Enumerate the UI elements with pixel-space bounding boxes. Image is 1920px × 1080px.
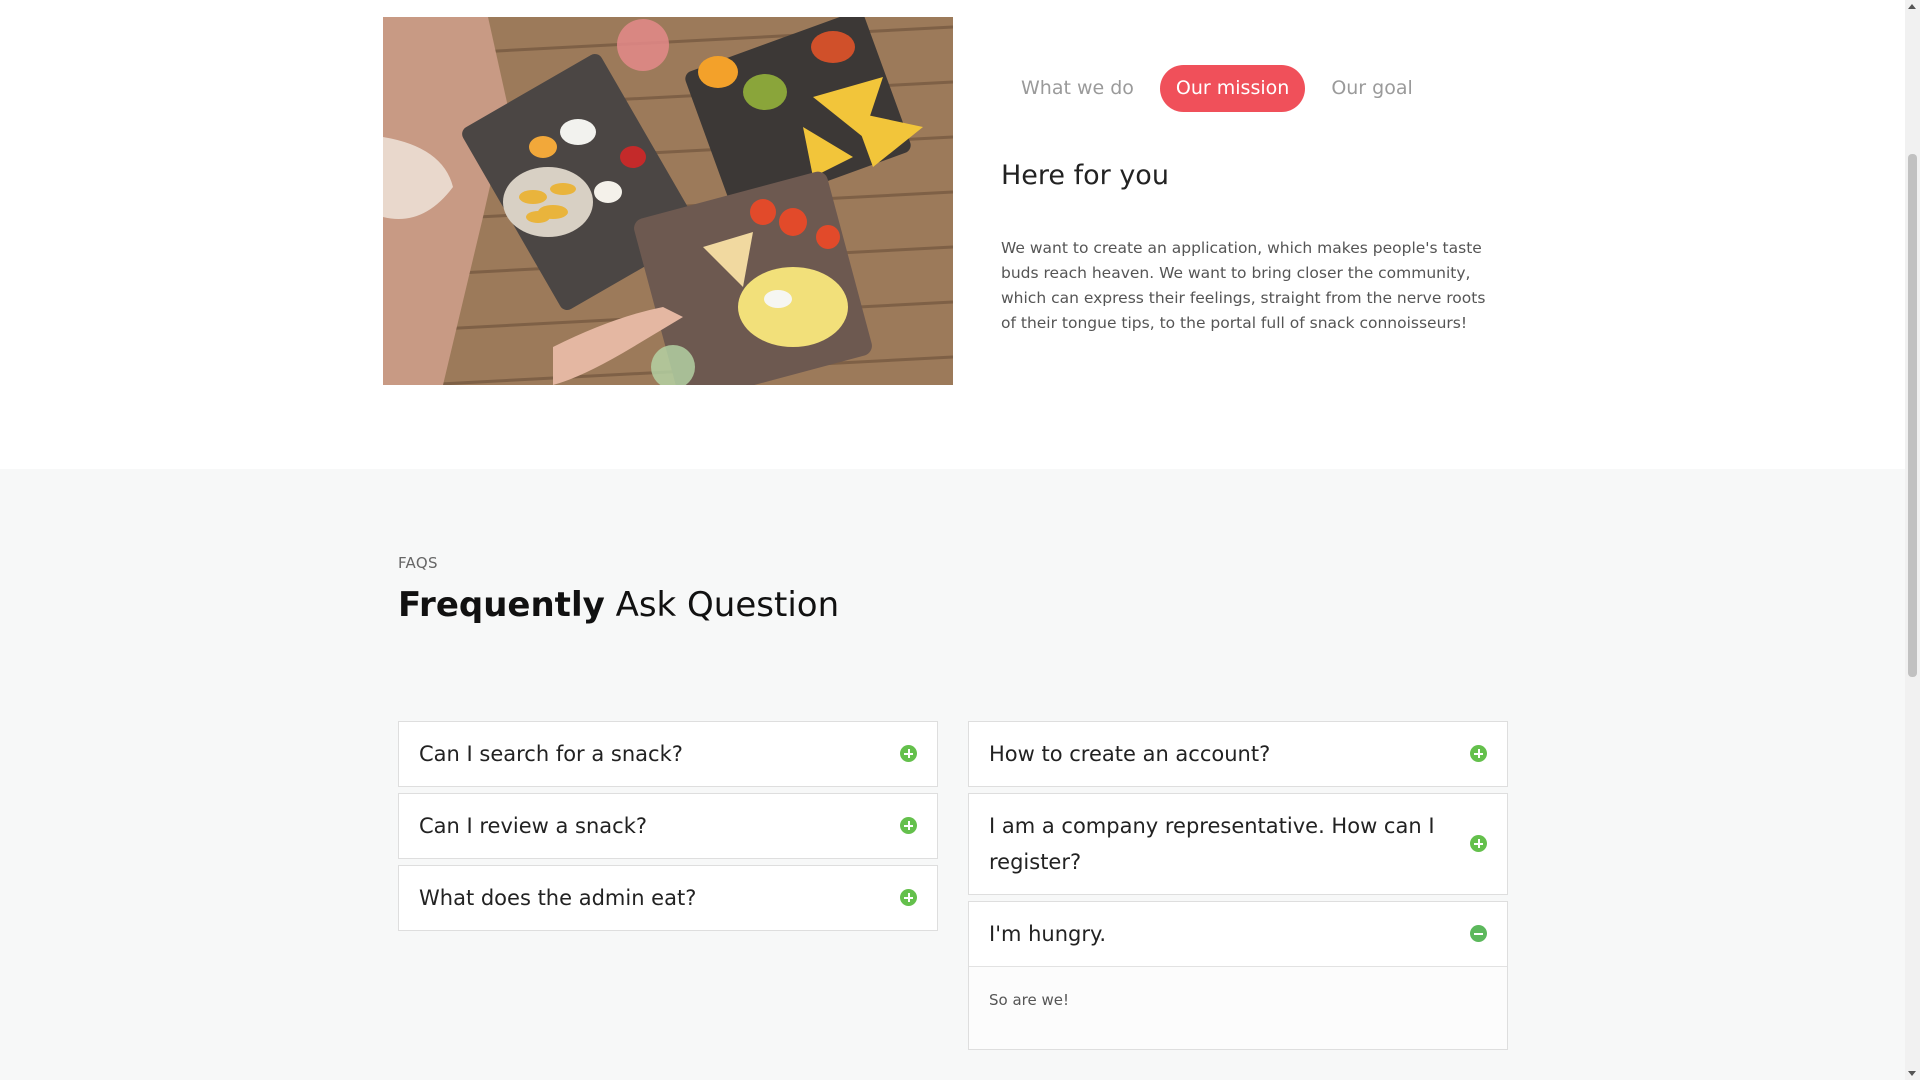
food-table-photo [383,17,953,385]
faq-question: I am a company representative. How can I… [989,814,1435,874]
about-section: What we do Our mission Our goal Here for… [0,0,1905,469]
faq-item[interactable]: Can I review a snack? [398,793,938,859]
faq-item[interactable]: Can I search for a snack? [398,721,938,787]
faq-answer: So are we! [969,967,1507,1049]
minus-circle-icon[interactable] [1470,925,1487,942]
plus-circle-icon[interactable] [900,889,917,906]
faq-section [0,469,1905,1080]
faq-question: I'm hungry. [989,922,1107,946]
faq-item-open[interactable]: I'm hungry. So are we! [968,901,1508,1050]
faq-item[interactable]: I am a company representative. How can I… [968,793,1508,895]
scrollbar-thumb[interactable] [1908,154,1917,677]
scroll-up-arrow-icon[interactable] [1908,4,1916,9]
faq-column-left: Can I search for a snack? Can I review a… [398,721,938,937]
faq-item-header[interactable]: I'm hungry. [969,902,1507,967]
about-tabs: What we do Our mission Our goal [1005,65,1439,112]
page-scrollbar[interactable] [1905,0,1920,1080]
plus-circle-icon[interactable] [900,745,917,762]
plus-circle-icon[interactable] [1470,835,1487,852]
faq-item[interactable]: What does the admin eat? [398,865,938,931]
faq-title: Frequently Ask Question [398,585,839,625]
faq-question: Can I review a snack? [419,814,648,838]
scroll-down-arrow-icon[interactable] [1908,1071,1916,1076]
tab-our-goal[interactable]: Our goal [1315,65,1428,112]
faq-question: Can I search for a snack? [419,742,683,766]
faq-eyebrow: FAQS [398,554,438,572]
about-text: We want to create an application, which … [1001,238,1486,332]
faq-column-right: How to create an account? I am a company… [968,721,1508,1056]
plus-circle-icon[interactable] [1470,745,1487,762]
faq-title-rest: Ask Question [615,585,840,625]
faq-item[interactable]: How to create an account? [968,721,1508,787]
tab-our-mission[interactable]: Our mission [1159,65,1306,112]
faq-title-bold: Frequently [398,585,605,625]
about-title: Here for you [1001,160,1169,191]
plus-circle-icon[interactable] [900,817,917,834]
tab-what-we-do[interactable]: What we do [1005,65,1150,112]
faq-question: How to create an account? [989,742,1271,766]
faq-question: What does the admin eat? [419,886,697,910]
